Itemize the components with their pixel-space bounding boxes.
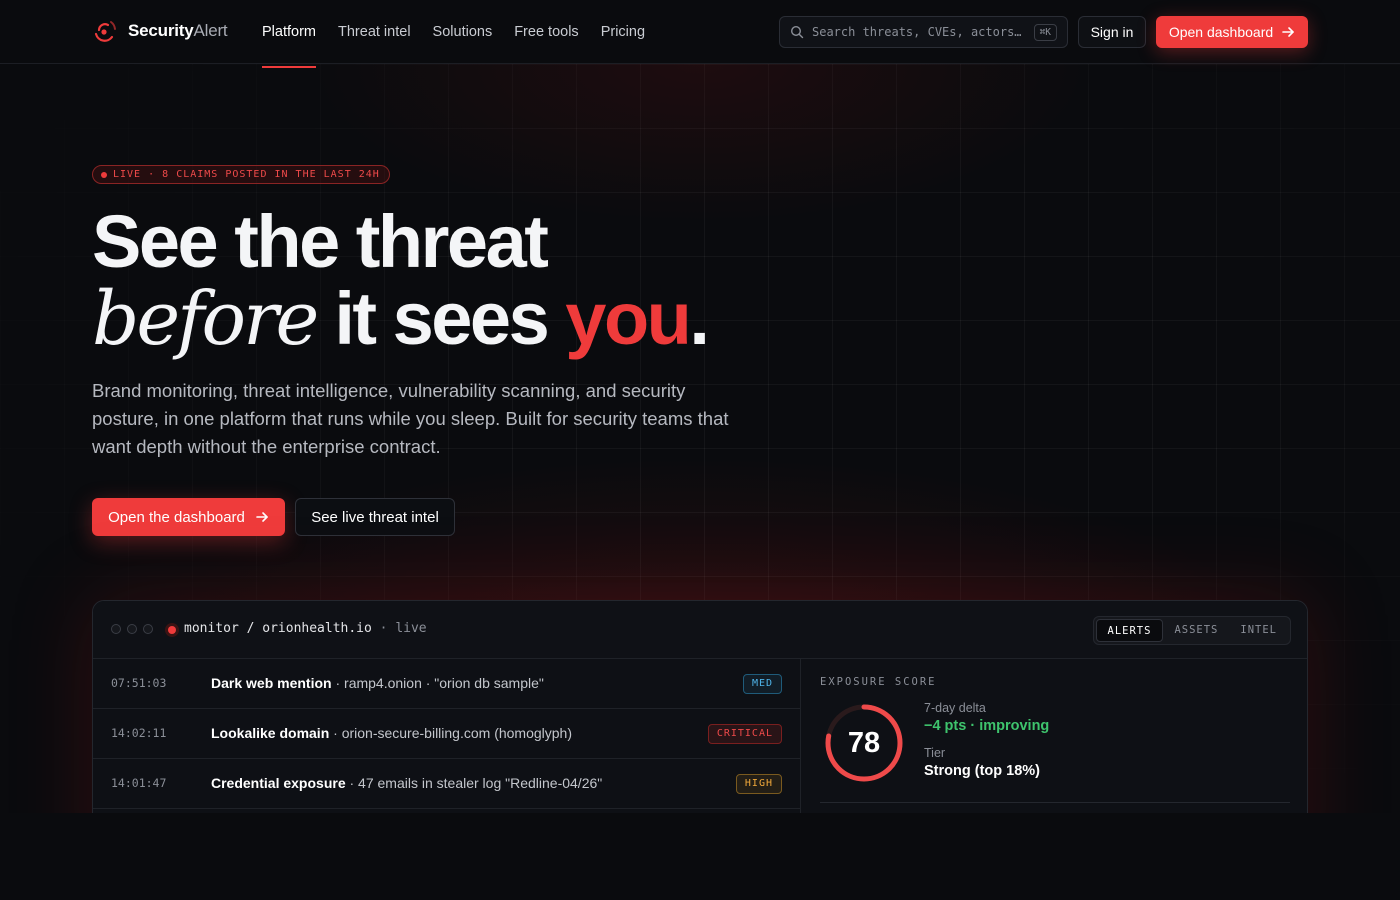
- delta-label: 7-day delta: [924, 701, 986, 715]
- hero-description: Brand monitoring, threat intelligence, v…: [92, 380, 729, 457]
- live-status-badge: LIVE · 8 CLAIMS POSTED IN THE LAST 24H: [92, 165, 390, 184]
- delta-value: −4 pts · improving: [924, 718, 1050, 734]
- delta-stat: 7-day delta −4 pts · improving: [924, 701, 1049, 734]
- divider: [820, 802, 1290, 803]
- panel-header: monitor / orionhealth.io · live ALERTS A…: [93, 601, 1307, 659]
- arrow-right-icon: [256, 512, 268, 522]
- alert-description: Dark web mention · ramp4.onion · "orion …: [211, 675, 544, 691]
- open-dashboard-button[interactable]: Open dashboard: [1156, 16, 1308, 48]
- nav-link-free-tools[interactable]: Free tools: [514, 0, 578, 64]
- alert-time: 07:51:03: [111, 676, 167, 690]
- tab-intel[interactable]: INTEL: [1229, 619, 1288, 642]
- recording-icon: [165, 623, 179, 637]
- severity-badge: HIGH: [735, 774, 782, 794]
- alert-row[interactable]: 07:51:03 Dark web mention · ramp4.onion …: [93, 659, 800, 709]
- severity-badge: MED: [742, 674, 782, 694]
- nav-link-platform[interactable]: Platform: [262, 0, 316, 68]
- tab-alerts[interactable]: ALERTS: [1095, 619, 1164, 642]
- alert-description: Lookalike domain · orion-secure-billing.…: [211, 725, 573, 741]
- tab-assets[interactable]: ASSETS: [1163, 619, 1229, 642]
- hero-headline-line-2: before it sees you.: [92, 276, 710, 362]
- brand-name: SecurityAlert: [128, 21, 228, 40]
- live-dot-icon: [101, 171, 107, 178]
- search-input[interactable]: Search threats, CVEs, actors… ⌘K: [779, 16, 1068, 48]
- see-live-threat-intel-button[interactable]: See live threat intel: [295, 498, 455, 536]
- alert-time: 14:02:11: [111, 726, 167, 740]
- alert-time: 14:01:47: [111, 776, 167, 790]
- nav-link-threat-intel[interactable]: Threat intel: [338, 0, 411, 64]
- monitor-path: monitor / orionhealth.io · live: [184, 621, 427, 636]
- top-nav: SecurityAlert Platform Threat intel Solu…: [0, 0, 1400, 68]
- window-dot-icon: [127, 624, 137, 634]
- live-status-text: LIVE · 8 CLAIMS POSTED IN THE LAST 24H: [113, 169, 380, 180]
- nav-link-pricing[interactable]: Pricing: [601, 0, 645, 64]
- tier-value: Strong (top 18%): [924, 763, 1040, 779]
- open-the-dashboard-button[interactable]: Open the dashboard: [92, 498, 285, 536]
- logo[interactable]: SecurityAlert: [92, 18, 228, 44]
- page-bottom: [0, 813, 1400, 900]
- window-dot-icon: [143, 624, 153, 634]
- search-placeholder: Search threats, CVEs, actors…: [812, 25, 1022, 39]
- open-dashboard-label: Open dashboard: [1168, 24, 1274, 40]
- primary-nav: Platform Threat intel Solutions Free too…: [262, 0, 667, 68]
- nav-link-solutions[interactable]: Solutions: [433, 0, 493, 64]
- exposure-score-value: 78: [847, 726, 881, 759]
- alert-row[interactable]: 14:02:11 Lookalike domain · orion-secure…: [93, 709, 800, 759]
- panel-tabs: ALERTS ASSETS INTEL: [1092, 616, 1291, 645]
- severity-badge: CRITICAL: [707, 724, 782, 744]
- alert-description: Credential exposure · 47 emails in steal…: [211, 775, 603, 791]
- hero-headline-line-1: See the threat: [92, 200, 549, 283]
- window-dot-icon: [111, 624, 121, 634]
- arrow-right-icon: [1282, 27, 1294, 37]
- tier-label: Tier: [924, 746, 946, 760]
- tier-stat: Tier Strong (top 18%): [924, 746, 1040, 779]
- keyboard-shortcut-badge: ⌘K: [1033, 23, 1057, 41]
- radar-logo-icon: [94, 21, 116, 42]
- exposure-score-label: EXPOSURE SCORE: [820, 676, 937, 688]
- primary-cta-label: Open the dashboard: [108, 508, 245, 526]
- search-icon: [790, 25, 804, 39]
- sign-in-button[interactable]: Sign in: [1078, 16, 1146, 48]
- alert-row[interactable]: 14:01:47 Credential exposure · 47 emails…: [93, 759, 800, 809]
- window-controls: [111, 624, 153, 634]
